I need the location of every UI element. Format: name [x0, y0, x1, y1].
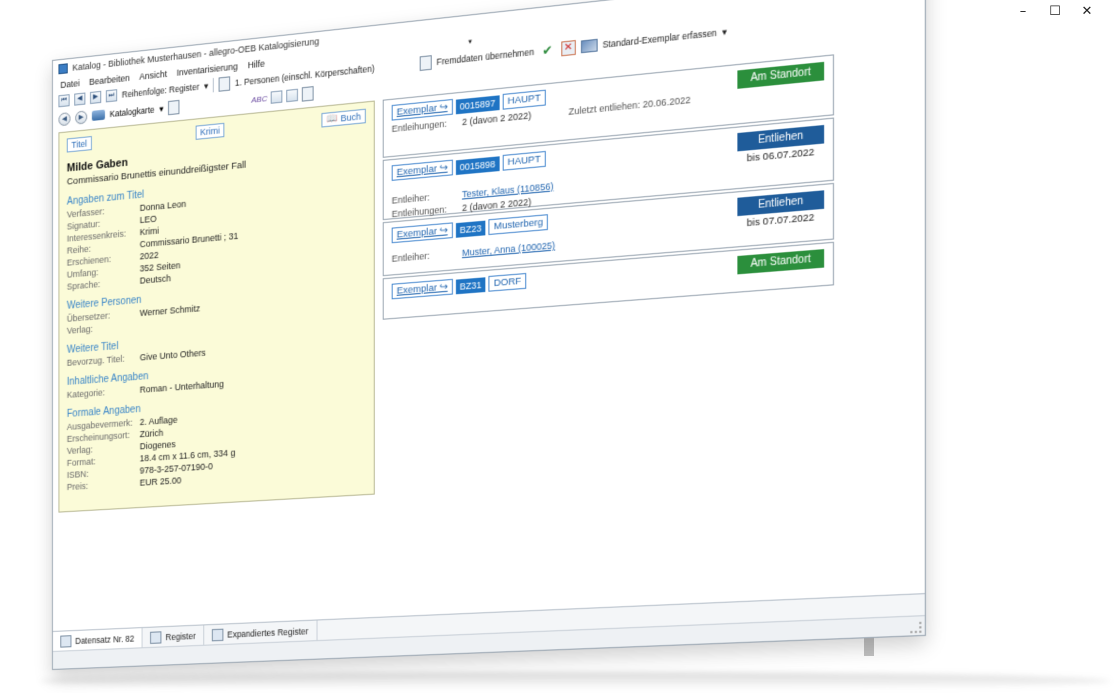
next-record-icon[interactable]: ▶ — [90, 91, 101, 104]
field-value: EUR 25.00 — [140, 475, 182, 488]
tab-doc-icon — [150, 631, 161, 644]
entleiher-label: Entleiher: — [392, 248, 456, 264]
save-check-icon[interactable]: ✔ — [539, 42, 556, 59]
catalog-window: Katalog - Bibliothek Musterhausen - alle… — [52, 0, 926, 670]
prev-record-icon[interactable]: ◀ — [74, 92, 85, 105]
tab-expandiertes-register-label: Expandiertes Register — [227, 626, 308, 640]
exemplar-link[interactable]: Exemplar ↪ — [392, 222, 453, 243]
katalogkarte-dropdown[interactable]: Katalogkarte — [110, 104, 155, 119]
grid-icon[interactable] — [271, 90, 283, 104]
katalogkarte-icon — [92, 110, 105, 121]
chip-krimi[interactable]: Krimi — [195, 123, 224, 140]
field-value: LEO — [140, 214, 157, 226]
last-record-icon[interactable]: ⏭ — [106, 89, 117, 102]
field-value: 2022 — [140, 250, 159, 262]
table-icon[interactable] — [287, 89, 299, 103]
field-value: Diogenes — [140, 439, 176, 451]
app-icon — [58, 63, 67, 74]
standard-exemplar-caret-icon[interactable]: ▾ — [722, 26, 727, 38]
order-caret-icon[interactable]: ▾ — [204, 80, 208, 92]
chip-buch-label: Buch — [341, 111, 361, 123]
menu-datei[interactable]: Datei — [60, 78, 79, 90]
field-value: Krimi — [140, 225, 159, 237]
discard-icon[interactable]: ✕ — [561, 40, 576, 56]
field-value: Deutsch — [140, 273, 171, 286]
register-doc-icon — [219, 76, 231, 91]
exemplar-location-badge: Musterberg — [489, 214, 549, 235]
holdings-panel: Exemplar ↪ 0015897 HAUPT Am Standort Entleih… — [383, 54, 834, 322]
field-value: Give Unto Others — [140, 348, 206, 363]
forward-icon[interactable]: ▶ — [75, 110, 87, 124]
fremddaten-icon[interactable] — [419, 55, 431, 71]
field-value: 352 Seiten — [140, 260, 181, 274]
catalog-card: Titel Krimi 📖 Buch Milde Gaben Commissar… — [58, 101, 374, 513]
exemplar-link[interactable]: Exemplar ↪ — [392, 279, 453, 299]
tab-register-label: Register — [165, 630, 195, 641]
menu-ansicht[interactable]: Ansicht — [139, 69, 167, 82]
exemplar-id-badge: 0015898 — [456, 156, 500, 175]
exemplar-id-badge: BZ23 — [456, 220, 486, 237]
menu-overflow-icon[interactable]: ▾ — [468, 37, 472, 46]
menu-hilfe[interactable]: Hilfe — [248, 58, 265, 70]
preview-icon[interactable] — [168, 100, 179, 115]
field-value: 2. Auflage — [140, 415, 178, 428]
new-doc-icon[interactable] — [302, 86, 314, 102]
exemplar-location-badge: HAUPT — [502, 151, 545, 171]
tab-doc-icon — [212, 628, 224, 641]
exemplar-location-badge: DORF — [489, 273, 527, 292]
exemplar-id-badge: 0015897 — [456, 95, 500, 114]
spellcheck-icon[interactable]: ABC — [251, 93, 267, 104]
exemplar-link[interactable]: Exemplar ↪ — [392, 99, 453, 121]
field-value: Zürich — [140, 428, 164, 440]
entleiher-link[interactable]: Muster, Anna (100025) — [462, 240, 555, 258]
exemplar-id-badge: BZ31 — [456, 277, 486, 294]
katalogkarte-caret-icon[interactable]: ▾ — [159, 103, 163, 115]
tab-register[interactable]: Register — [143, 625, 204, 647]
first-record-icon[interactable]: ⏮ — [58, 94, 69, 107]
entleihungen-label: Entleihungen: — [392, 117, 456, 134]
content-area: Titel Krimi 📖 Buch Milde Gaben Commissar… — [53, 41, 925, 649]
tab-doc-icon — [60, 635, 71, 647]
chip-buch[interactable]: 📖 Buch — [322, 109, 366, 128]
book-icon: 📖 — [327, 114, 338, 125]
stage: Katalog - Bibliothek Musterhausen - alle… — [0, 0, 1116, 693]
back-icon[interactable]: ◀ — [58, 112, 70, 126]
card-sections: Angaben zum Titel Verfasser: Donna Leon Sig… — [67, 169, 366, 492]
exemplar-link[interactable]: Exemplar ↪ — [392, 160, 453, 181]
field-label: Preis: — [67, 478, 140, 492]
tab-datensatz-label: Datensatz Nr. 82 — [75, 633, 134, 646]
toolbar-separator — [213, 78, 214, 92]
resize-grip-icon[interactable] — [910, 622, 921, 633]
books-icon — [581, 39, 598, 53]
exemplar-status-badge: Am Standort — [737, 249, 824, 274]
chip-titel[interactable]: Titel — [67, 136, 92, 152]
exemplar-location-badge: HAUPT — [502, 90, 545, 110]
